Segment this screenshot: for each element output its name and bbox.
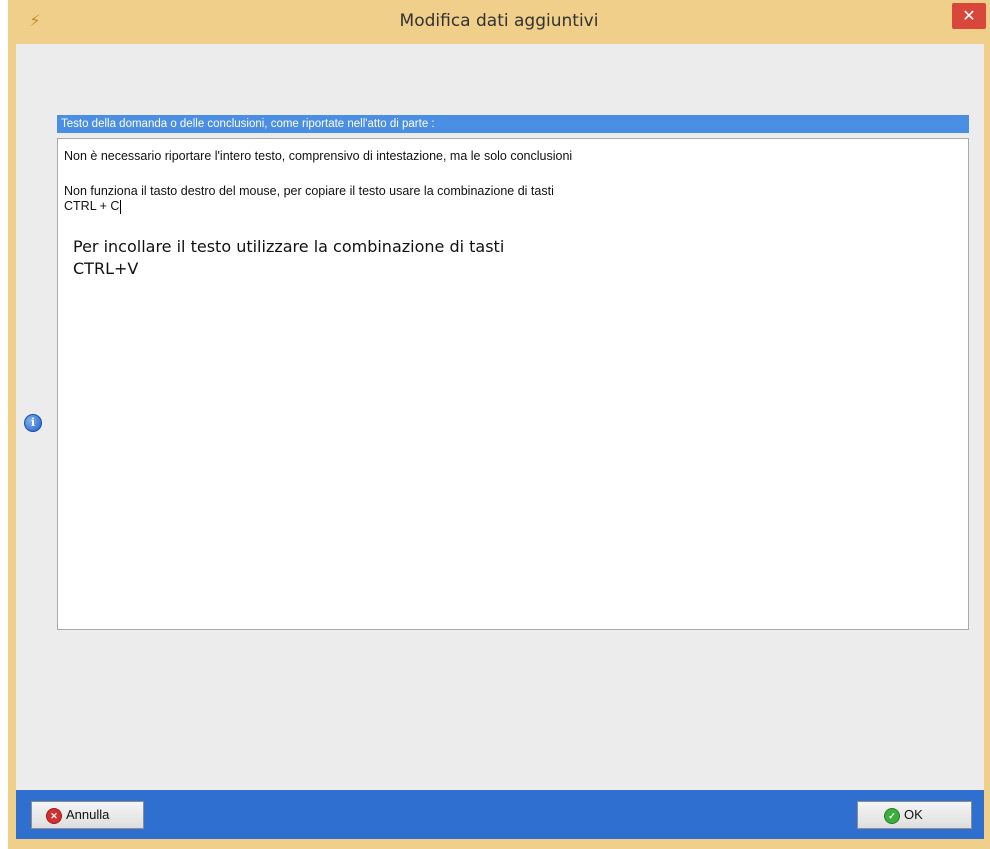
cancel-icon: ✕ <box>46 808 62 824</box>
text-line-2: Non funziona il tasto destro del mouse, … <box>64 184 554 198</box>
ok-button-label: OK <box>904 807 923 822</box>
ok-button[interactable]: ✓ OK <box>857 801 972 829</box>
window-title: Modifica dati aggiuntivi <box>399 11 599 31</box>
text-line-3: CTRL + C <box>64 199 122 214</box>
cancel-button-label: Annulla <box>66 807 110 822</box>
dialog-window: ⚡ Modifica dati aggiuntivi ✕ i Testo del… <box>8 0 990 849</box>
text-cursor <box>120 199 122 214</box>
close-icon: ✕ <box>962 6 976 25</box>
text-line-4: Per incollare il testo utilizzare la com… <box>73 237 505 256</box>
button-bar: ✕ Annulla ✓ OK <box>16 790 984 839</box>
close-button[interactable]: ✕ <box>952 3 986 29</box>
cancel-button[interactable]: ✕ Annulla <box>31 801 144 829</box>
text-line-1: Non è necessario riportare l'intero test… <box>64 149 573 163</box>
info-icon: i <box>24 414 42 432</box>
check-icon: ✓ <box>884 808 900 824</box>
title-bar[interactable]: ⚡ Modifica dati aggiuntivi ✕ <box>8 0 990 44</box>
conclusions-textarea[interactable]: Non è necessario riportare l'intero test… <box>57 138 969 630</box>
text-line-5: CTRL+V <box>73 259 139 278</box>
field-label: Testo della domanda o delle conclusioni,… <box>57 115 969 133</box>
